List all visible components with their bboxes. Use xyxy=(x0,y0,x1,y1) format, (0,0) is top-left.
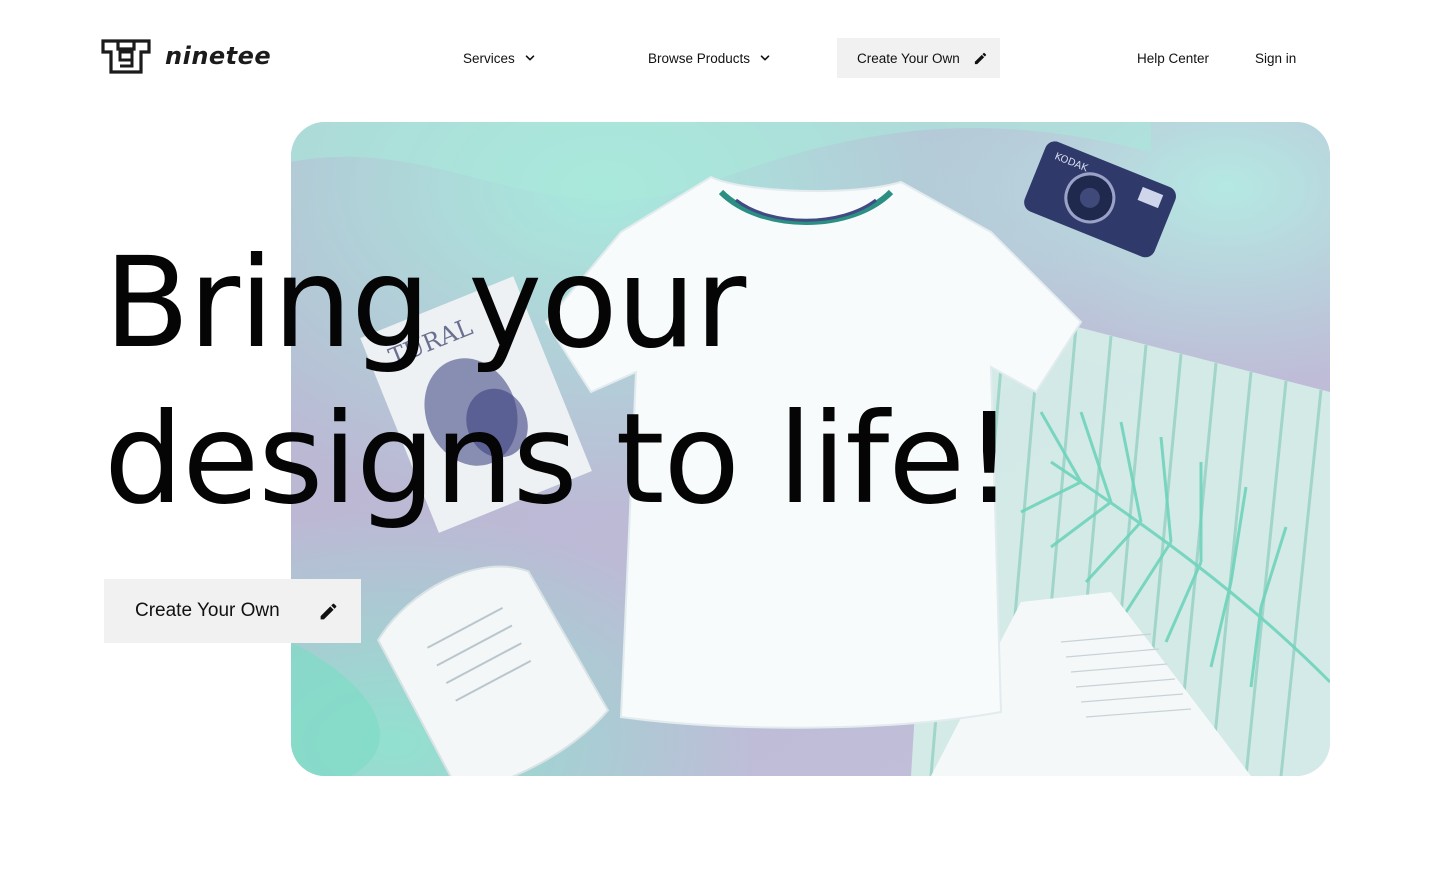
pencil-icon xyxy=(320,603,337,619)
hero-cta-label: Create Your Own xyxy=(135,600,280,621)
pencil-icon xyxy=(974,52,986,64)
nav-browse-label: Browse Products xyxy=(648,50,751,66)
nav-sign-in-link[interactable]: Sign in xyxy=(1255,38,1296,78)
hero-headline: Bring your designs to life! xyxy=(104,226,1014,538)
hero-headline-line-1: Bring your xyxy=(104,231,746,376)
nav-services-dropdown[interactable]: Services xyxy=(463,38,535,78)
nav-help-center-link[interactable]: Help Center xyxy=(1137,38,1209,78)
nav-create-your-own-button[interactable]: Create Your Own xyxy=(837,38,1000,78)
hero-create-your-own-button[interactable]: Create Your Own xyxy=(104,579,361,643)
chevron-down-icon xyxy=(760,55,770,61)
nav-help-label: Help Center xyxy=(1137,50,1210,66)
nav-create-label: Create Your Own xyxy=(857,50,960,66)
landing-page: ninetee Services Browse Products Create … xyxy=(0,0,1435,889)
hero-headline-line-2: designs to life! xyxy=(104,387,1014,532)
brand-name: ninetee xyxy=(165,42,272,70)
tshirt-logo-icon xyxy=(101,39,151,74)
brand-logo[interactable]: ninetee xyxy=(101,38,271,74)
nav-signin-label: Sign in xyxy=(1255,50,1297,66)
nav-services-label: Services xyxy=(463,50,515,66)
chevron-down-icon xyxy=(525,55,535,61)
nav-browse-products-dropdown[interactable]: Browse Products xyxy=(648,38,770,78)
